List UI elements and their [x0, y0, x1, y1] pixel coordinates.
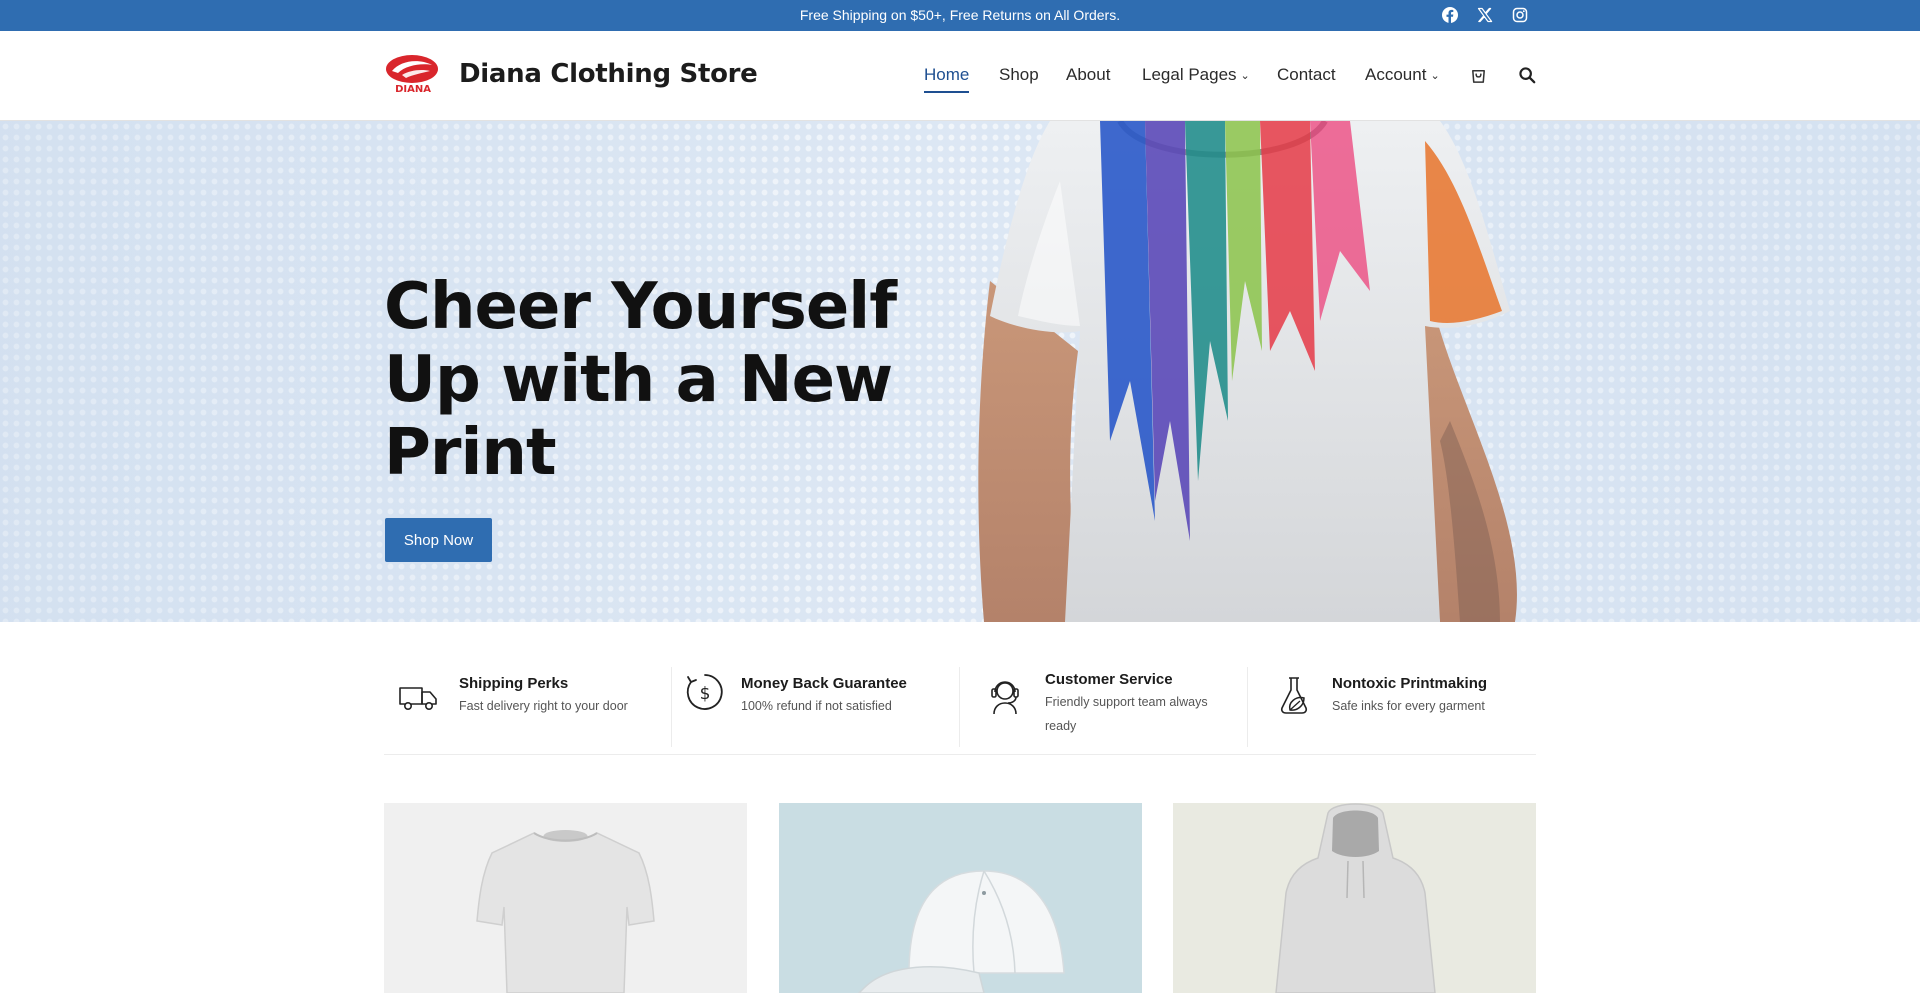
feature-nontoxic: Nontoxic Printmaking Safe inks for every…	[1248, 657, 1536, 737]
product-card-tshirt[interactable]	[384, 803, 747, 993]
announcement-bar: Free Shipping on $50+, Free Returns on A…	[0, 0, 1920, 31]
feature-description: Safe inks for every garment	[1332, 699, 1485, 713]
chevron-down-icon: ⌄	[1430, 70, 1440, 82]
nav-legal-pages-label: Legal Pages	[1142, 65, 1237, 84]
features-row: Shipping Perks Fast delivery right to yo…	[384, 657, 1536, 755]
hero-background	[0, 121, 1920, 622]
nav-account-label: Account	[1365, 65, 1427, 84]
chevron-down-icon: ⌄	[1240, 70, 1250, 82]
nav-about-label: About	[1066, 65, 1111, 84]
nav-contact[interactable]: Contact	[1277, 65, 1336, 85]
site-logo[interactable]: DIANA	[384, 53, 442, 95]
feature-customer-service: Customer Service Friendly support team a…	[960, 657, 1247, 737]
feature-title: Shipping Perks	[459, 675, 569, 692]
nav-about[interactable]: About	[1066, 65, 1110, 85]
product-card-cap[interactable]	[779, 803, 1142, 993]
product-card-hoodie[interactable]	[1173, 803, 1536, 993]
nav-account[interactable]: Account ⌄	[1365, 65, 1440, 85]
nav-shop[interactable]: Shop	[999, 65, 1039, 85]
facebook-icon[interactable]	[1440, 5, 1460, 25]
nav-contact-label: Contact	[1277, 65, 1336, 84]
hero-model-image	[978, 121, 1517, 622]
money-back-icon: $	[686, 674, 723, 710]
svg-text:$: $	[700, 684, 711, 704]
feature-title: Nontoxic Printmaking	[1332, 675, 1488, 692]
search-icon[interactable]	[1516, 64, 1538, 86]
feature-shipping: Shipping Perks Fast delivery right to yo…	[384, 657, 671, 737]
feature-description: 100% refund if not satisfied	[741, 699, 892, 713]
instagram-icon[interactable]	[1510, 5, 1530, 25]
shop-now-button[interactable]: Shop Now	[385, 518, 492, 562]
announcement-text: Free Shipping on $50+, Free Returns on A…	[799, 7, 1121, 23]
delivery-truck-icon	[399, 687, 437, 710]
cap-image	[857, 870, 1065, 993]
cart-icon[interactable]	[1467, 64, 1489, 86]
site-title[interactable]: Diana Clothing Store	[459, 59, 758, 89]
nav-home-label: Home	[924, 65, 970, 84]
hero-banner: Cheer Yourself Up with a New Print Shop …	[0, 121, 1920, 622]
hero-title: Cheer Yourself Up with a New Print	[384, 270, 897, 490]
logo-text: DIANA	[395, 84, 431, 95]
feature-title: Customer Service	[1045, 671, 1173, 688]
nav-shop-label: Shop	[999, 65, 1039, 84]
feature-money-back: $ Money Back Guarantee 100% refund if no…	[672, 657, 959, 737]
nav-home[interactable]: Home	[924, 65, 970, 93]
flask-leaf-icon	[1280, 677, 1308, 714]
tshirt-image	[476, 830, 655, 993]
feature-title: Money Back Guarantee	[741, 675, 907, 692]
site-header: DIANA Diana Clothing Store Home Shop Abo…	[0, 31, 1920, 121]
feature-description: Fast delivery right to your door	[459, 699, 628, 713]
feature-description: Friendly support team always ready	[1045, 695, 1208, 733]
hoodie-image	[1275, 803, 1436, 993]
x-twitter-icon[interactable]	[1475, 5, 1495, 25]
headset-support-icon	[991, 681, 1019, 715]
nav-legal-pages[interactable]: Legal Pages ⌄	[1142, 65, 1250, 85]
